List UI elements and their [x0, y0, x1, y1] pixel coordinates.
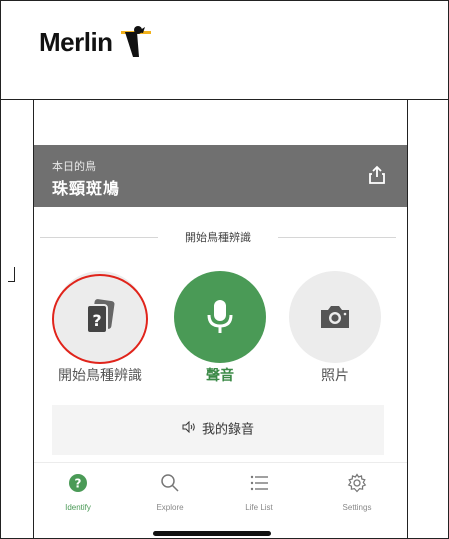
tab-life-list-label: Life List [245, 503, 273, 512]
svg-text:?: ? [75, 477, 82, 491]
header-panel: Merlin [0, 0, 449, 100]
bottom-tab-bar: ? Identify Explore Life List Settings [34, 462, 407, 523]
search-icon [161, 474, 179, 492]
identify-section-header: 開始鳥種辨識 [40, 228, 396, 248]
tab-life-list[interactable]: Life List [219, 473, 299, 512]
tab-explore-label: Explore [156, 503, 184, 512]
annotation-mark [8, 267, 15, 282]
merlin-logo: Merlin [39, 26, 155, 63]
list-icon [250, 475, 268, 491]
microphone-icon [207, 300, 233, 333]
bird-of-day-name: 珠頸斑鳩 [52, 179, 121, 198]
bird-of-day-caption: 本日的鳥 [52, 160, 96, 173]
tab-settings[interactable]: Settings [317, 473, 397, 512]
my-recordings-button[interactable]: 我的錄音 [52, 405, 384, 455]
sound-id-label: 聲音 [206, 368, 234, 384]
camera-icon [321, 306, 349, 328]
question-badge-icon: ? [69, 474, 87, 492]
right-border [407, 99, 408, 539]
tab-explore[interactable]: Explore [130, 473, 210, 512]
tab-identify[interactable]: ? Identify [38, 473, 118, 512]
share-icon[interactable] [369, 165, 385, 189]
bird-of-the-day-banner[interactable]: 本日的鳥 珠頸斑鳩 [34, 145, 407, 207]
photo-id-button[interactable] [289, 271, 381, 363]
my-recordings-label: 我的錄音 [201, 422, 254, 438]
divider-line-right [278, 237, 396, 238]
photo-id-label: 照片 [321, 368, 349, 384]
sound-id-button[interactable] [174, 271, 266, 363]
highlight-ring [52, 274, 148, 364]
start-id-label: 開始鳥種辨識 [58, 368, 142, 384]
speaker-icon [182, 405, 196, 455]
tab-settings-label: Settings [342, 503, 372, 512]
logo-text: Merlin [39, 27, 113, 57]
merlin-bird-icon [117, 23, 155, 63]
gear-icon [347, 473, 367, 493]
tab-identify-label: Identify [65, 503, 91, 512]
home-indicator [153, 531, 271, 536]
